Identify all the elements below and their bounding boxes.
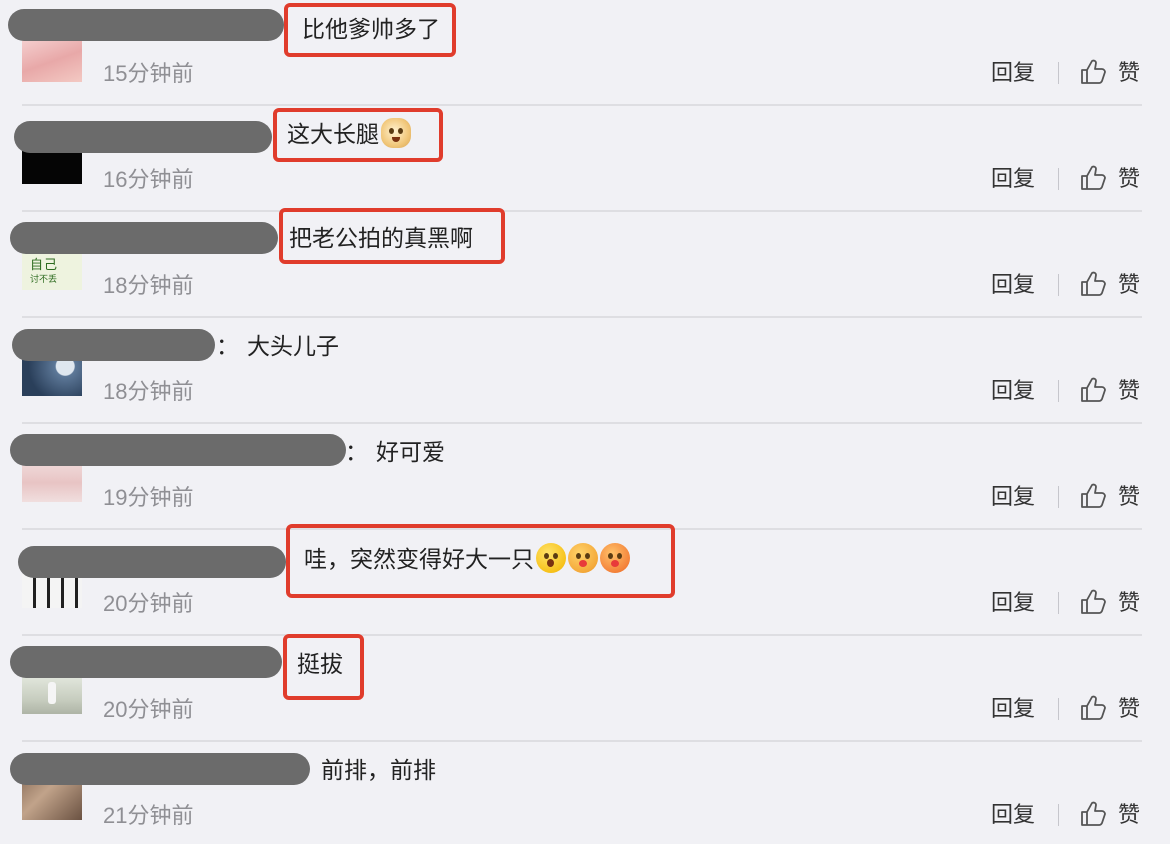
reply-button[interactable]: 回复 [991, 272, 1035, 298]
comment-text: ： 好可爱 [345, 436, 445, 468]
like-button[interactable]: 赞 [1118, 484, 1140, 510]
redacted-username[interactable] [10, 753, 310, 785]
comment-time: 20分钟前 [103, 697, 194, 722]
comment-time: 20分钟前 [103, 591, 194, 616]
redacted-username[interactable] [14, 121, 272, 153]
comment-time: 19分钟前 [103, 485, 194, 510]
comment-time: 15分钟前 [103, 61, 194, 86]
avatar[interactable] [22, 34, 82, 82]
comment-row: 哇，突然变得好大一只 20分钟前 回复 赞 [0, 524, 1170, 636]
reply-button[interactable]: 回复 [991, 166, 1035, 192]
reply-button[interactable]: 回复 [991, 378, 1035, 404]
comment-body: 前排，前排 [321, 757, 436, 783]
comment-body: 把老公拍的真黑啊 [289, 225, 473, 251]
action-divider [1058, 592, 1059, 614]
shocked-emoji-icon [536, 543, 566, 573]
like-button[interactable]: 赞 [1118, 272, 1140, 298]
comment-text: 哇，突然变得好大一只 [304, 543, 630, 575]
like-button[interactable]: 赞 [1118, 696, 1140, 722]
avatar-text: 自己 [30, 258, 59, 273]
comment-time: 21分钟前 [103, 803, 194, 828]
kiss-emoji-icon [568, 543, 598, 573]
thumbs-up-icon[interactable] [1079, 482, 1107, 510]
thumbs-up-icon[interactable] [1079, 588, 1107, 616]
comment-body: 这大长腿 [287, 121, 379, 147]
action-divider [1058, 804, 1059, 826]
comment-time: 16分钟前 [103, 167, 194, 192]
comment-row: 前排，前排 21分钟前 回复 赞 [0, 742, 1170, 844]
comment-row: ： 好可爱 19分钟前 回复 赞 [0, 424, 1170, 530]
comment-body: 挺拔 [297, 651, 343, 677]
comment-colon: ： [216, 333, 239, 359]
comment-colon: ： [345, 439, 368, 465]
redacted-username[interactable] [10, 222, 278, 254]
comment-text: 前排，前排 [321, 754, 436, 786]
comment-text: 把老公拍的真黑啊 [289, 222, 473, 254]
action-divider [1058, 168, 1059, 190]
comment-body: 大头儿子 [247, 333, 339, 359]
reply-button[interactable]: 回复 [991, 60, 1035, 86]
comment-time: 18分钟前 [103, 379, 194, 404]
comment-row: 比他爹帅多了 15分钟前 回复 赞 [0, 0, 1170, 106]
thumbs-up-icon[interactable] [1079, 376, 1107, 404]
comment-text: 挺拔 [297, 648, 343, 680]
like-button[interactable]: 赞 [1118, 590, 1140, 616]
comment-text: 比他爹帅多了 [302, 13, 440, 45]
reply-button[interactable]: 回复 [991, 590, 1035, 616]
reply-button[interactable]: 回复 [991, 802, 1035, 828]
avatar-text: 讨不丢 [30, 275, 58, 285]
action-divider [1058, 698, 1059, 720]
comment-text: ： 大头儿子 [216, 330, 339, 362]
comment-row: 挺拔 20分钟前 回复 赞 [0, 634, 1170, 742]
redacted-username[interactable] [18, 546, 286, 578]
comment-body: 比他爹帅多了 [302, 16, 440, 42]
thumbs-up-icon[interactable] [1079, 58, 1107, 86]
thumbs-up-icon[interactable] [1079, 694, 1107, 722]
like-button[interactable]: 赞 [1118, 378, 1140, 404]
comment-body: 好可爱 [376, 439, 445, 465]
action-divider [1058, 380, 1059, 402]
redacted-username[interactable] [12, 329, 215, 361]
comment-list: 比他爹帅多了 15分钟前 回复 赞 这大长腿 16分钟前 回复 赞 自己 讨不丢… [0, 0, 1170, 844]
like-button[interactable]: 赞 [1118, 60, 1140, 86]
redacted-username[interactable] [10, 434, 346, 466]
thumbs-up-icon[interactable] [1079, 270, 1107, 298]
like-button[interactable]: 赞 [1118, 802, 1140, 828]
action-divider [1058, 62, 1059, 84]
comment-body: 哇，突然变得好大一只 [304, 546, 534, 572]
comment-row: ： 大头儿子 18分钟前 回复 赞 [0, 318, 1170, 424]
thumbs-up-icon[interactable] [1079, 800, 1107, 828]
comment-time: 18分钟前 [103, 273, 194, 298]
comment-row: 自己 讨不丢 把老公拍的真黑啊 18分钟前 回复 赞 [0, 208, 1170, 318]
comment-row: 这大长腿 16分钟前 回复 赞 [0, 106, 1170, 212]
action-divider [1058, 486, 1059, 508]
like-button[interactable]: 赞 [1118, 166, 1140, 192]
action-divider [1058, 274, 1059, 296]
reply-button[interactable]: 回复 [991, 696, 1035, 722]
comment-text: 这大长腿 [287, 118, 411, 150]
redacted-username[interactable] [8, 9, 284, 41]
reply-button[interactable]: 回复 [991, 484, 1035, 510]
thumbs-up-icon[interactable] [1079, 164, 1107, 192]
doge-emoji-icon [381, 118, 411, 148]
love-emoji-icon [600, 543, 630, 573]
redacted-username[interactable] [10, 646, 282, 678]
